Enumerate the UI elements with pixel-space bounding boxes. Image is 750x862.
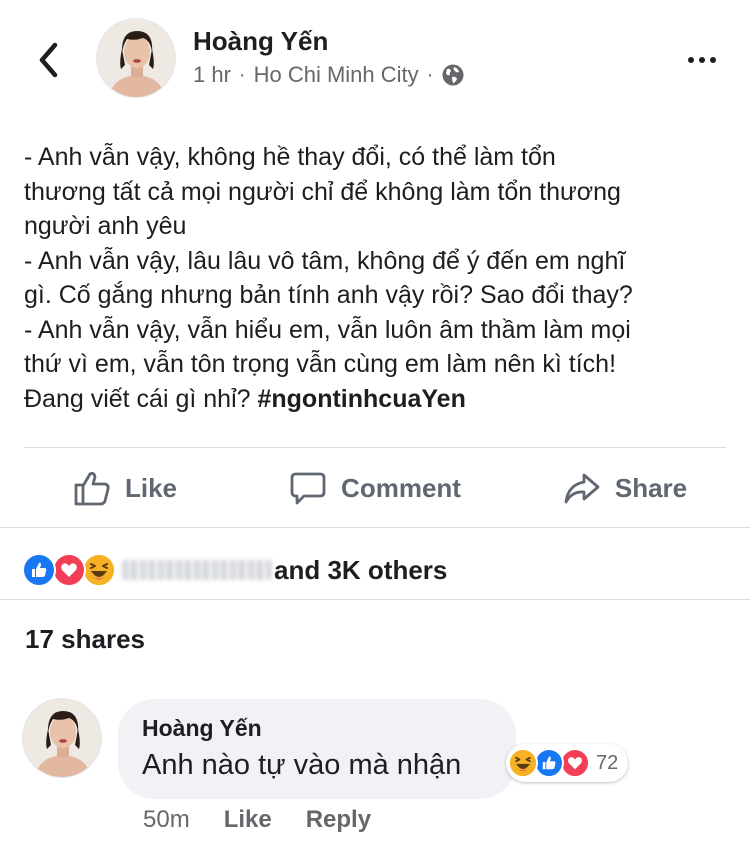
more-horizontal-icon — [688, 57, 694, 63]
divider — [0, 527, 750, 528]
comment-text: Anh nào tự vào mà nhận — [142, 749, 462, 781]
comment-label: Comment — [341, 472, 461, 503]
haha-reaction-icon — [82, 553, 116, 587]
author-avatar[interactable] — [96, 18, 176, 98]
post-action-bar: Like Comment Share — [0, 448, 750, 528]
post-line: - Anh vẫn vậy, lâu lâu vô tâm, không để … — [24, 246, 626, 275]
post-line: thứ vì em, vẫn tôn trọng vẫn cùng em làm… — [24, 350, 617, 378]
post-header: Hoàng Yến 1 hr · Ho Chi Minh City · — [0, 0, 750, 120]
post-text: - Anh vẫn vậy, không hề thay đổi, có thể… — [24, 140, 734, 416]
post-time[interactable]: 1 hr — [193, 62, 231, 88]
comment-bubble: Hoàng Yến Anh nào tự vào mà nhận — [118, 699, 516, 799]
comment-like-button[interactable]: Like — [224, 806, 272, 834]
author-name[interactable]: Hoàng Yến — [193, 26, 328, 57]
reactions-summary-text: and 3K others — [274, 554, 448, 585]
comment-time[interactable]: 50m — [143, 806, 190, 834]
love-reaction-icon — [52, 553, 86, 587]
like-reaction-icon — [22, 553, 56, 587]
share-button[interactable]: Share — [500, 448, 750, 528]
more-dot — [699, 57, 705, 63]
post-line: thương tất cả mọi người chỉ để không làm… — [24, 177, 621, 206]
post-meta: 1 hr · Ho Chi Minh City · — [193, 62, 465, 88]
post-line: người anh yêu — [24, 212, 187, 240]
chevron-left-icon — [39, 42, 58, 78]
thumbs-up-icon — [74, 472, 110, 506]
hashtag-link[interactable]: #ngontinhcuaYen — [257, 385, 465, 413]
comment-author[interactable]: Hoàng Yến — [142, 715, 262, 742]
like-reaction-icon — [534, 748, 564, 778]
shares-count[interactable]: 17 shares — [25, 624, 145, 655]
haha-reaction-icon — [508, 748, 538, 778]
like-label: Like — [124, 472, 178, 503]
post-line-last: Đang viết cái gì nhỉ? #ngontinhcuaYen — [24, 382, 734, 417]
divider — [0, 599, 750, 600]
love-reaction-icon — [560, 748, 590, 778]
post-line: gì. Cố gắng nhưng bản tính anh vậy rồi? … — [24, 281, 633, 309]
reactions-summary[interactable]: and 3K others — [22, 548, 447, 592]
globe-icon — [442, 64, 464, 86]
post-location[interactable]: Ho Chi Minh City — [254, 62, 419, 88]
meta-separator: · — [426, 63, 434, 86]
commenter-avatar[interactable] — [22, 698, 102, 778]
comment-reactions[interactable]: 72 — [506, 744, 629, 782]
comment-bubble-icon — [290, 472, 326, 505]
blurred-friend-names — [122, 560, 272, 580]
post-line: - Anh vẫn vậy, không hề thay đổi, có thể… — [24, 143, 556, 171]
post-line-text: Đang viết cái gì nhỉ? — [24, 384, 258, 413]
meta-separator: · — [238, 63, 246, 86]
share-arrow-icon — [564, 473, 600, 504]
comment-reply-button[interactable]: Reply — [306, 806, 371, 834]
post-line: - Anh vẫn vậy, vẫn hiểu em, vẫn luôn âm … — [24, 315, 631, 344]
more-dot — [710, 57, 716, 63]
more-options-button[interactable] — [680, 46, 724, 74]
comment-actions: 50m Like Reply — [143, 806, 371, 834]
back-button[interactable] — [28, 38, 68, 82]
like-button[interactable]: Like — [0, 448, 250, 528]
comment-reaction-count: 72 — [596, 751, 619, 774]
comment-button[interactable]: Comment — [250, 448, 500, 528]
share-label: Share — [614, 472, 688, 503]
